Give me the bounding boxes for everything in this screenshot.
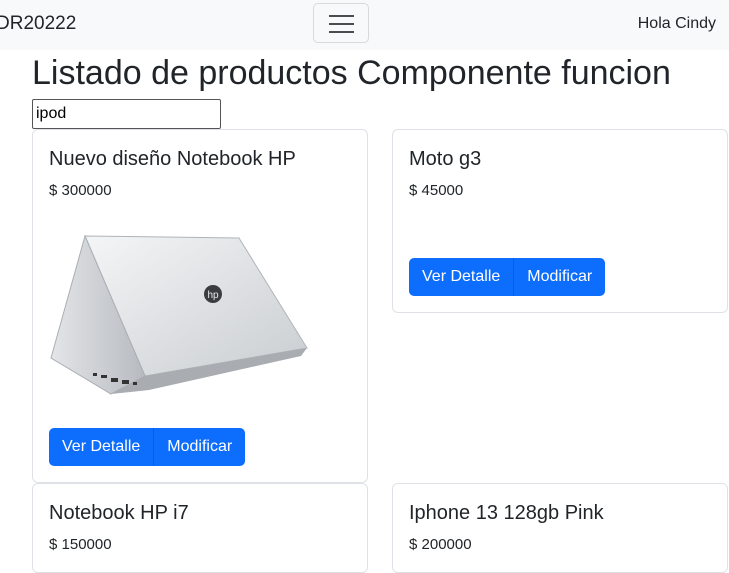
product-actions: Ver Detalle Modificar — [49, 428, 246, 466]
search-input[interactable] — [32, 99, 221, 129]
product-price: $ 45000 — [409, 182, 464, 199]
product-card: Notebook HP i7 $ 150000 — [32, 483, 368, 573]
product-card: Nuevo diseño Notebook HP $ 300000 hp Ver… — [32, 129, 368, 483]
edit-button[interactable]: Modificar — [153, 428, 246, 466]
user-greeting: Hola Cindy — [637, 15, 716, 32]
view-detail-button[interactable]: Ver Detalle — [49, 428, 154, 466]
svg-text:hp: hp — [207, 290, 219, 301]
product-price: $ 300000 — [49, 182, 112, 199]
navbar-brand[interactable]: DR20222 — [0, 13, 76, 35]
navbar: DR20222 Hola Cindy — [0, 0, 729, 50]
navbar-toggler-button[interactable] — [313, 3, 369, 43]
product-title: Notebook HP i7 — [49, 502, 189, 524]
product-price: $ 200000 — [409, 536, 472, 553]
product-card: Moto g3 $ 45000 Ver Detalle Modificar — [392, 129, 728, 313]
product-card: Iphone 13 128gb Pink $ 200000 — [392, 483, 728, 573]
view-detail-button[interactable]: Ver Detalle — [409, 258, 514, 296]
product-price: $ 150000 — [49, 536, 112, 553]
product-title: Moto g3 — [409, 148, 482, 170]
product-actions: Ver Detalle Modificar — [409, 258, 606, 296]
product-title: Iphone 13 128gb Pink — [409, 502, 604, 524]
edit-button[interactable]: Modificar — [513, 258, 606, 296]
laptop-image: hp — [50, 234, 308, 395]
page-title: Listado de productos Componente funcion — [32, 54, 671, 92]
product-title: Nuevo diseño Notebook HP — [49, 148, 296, 170]
